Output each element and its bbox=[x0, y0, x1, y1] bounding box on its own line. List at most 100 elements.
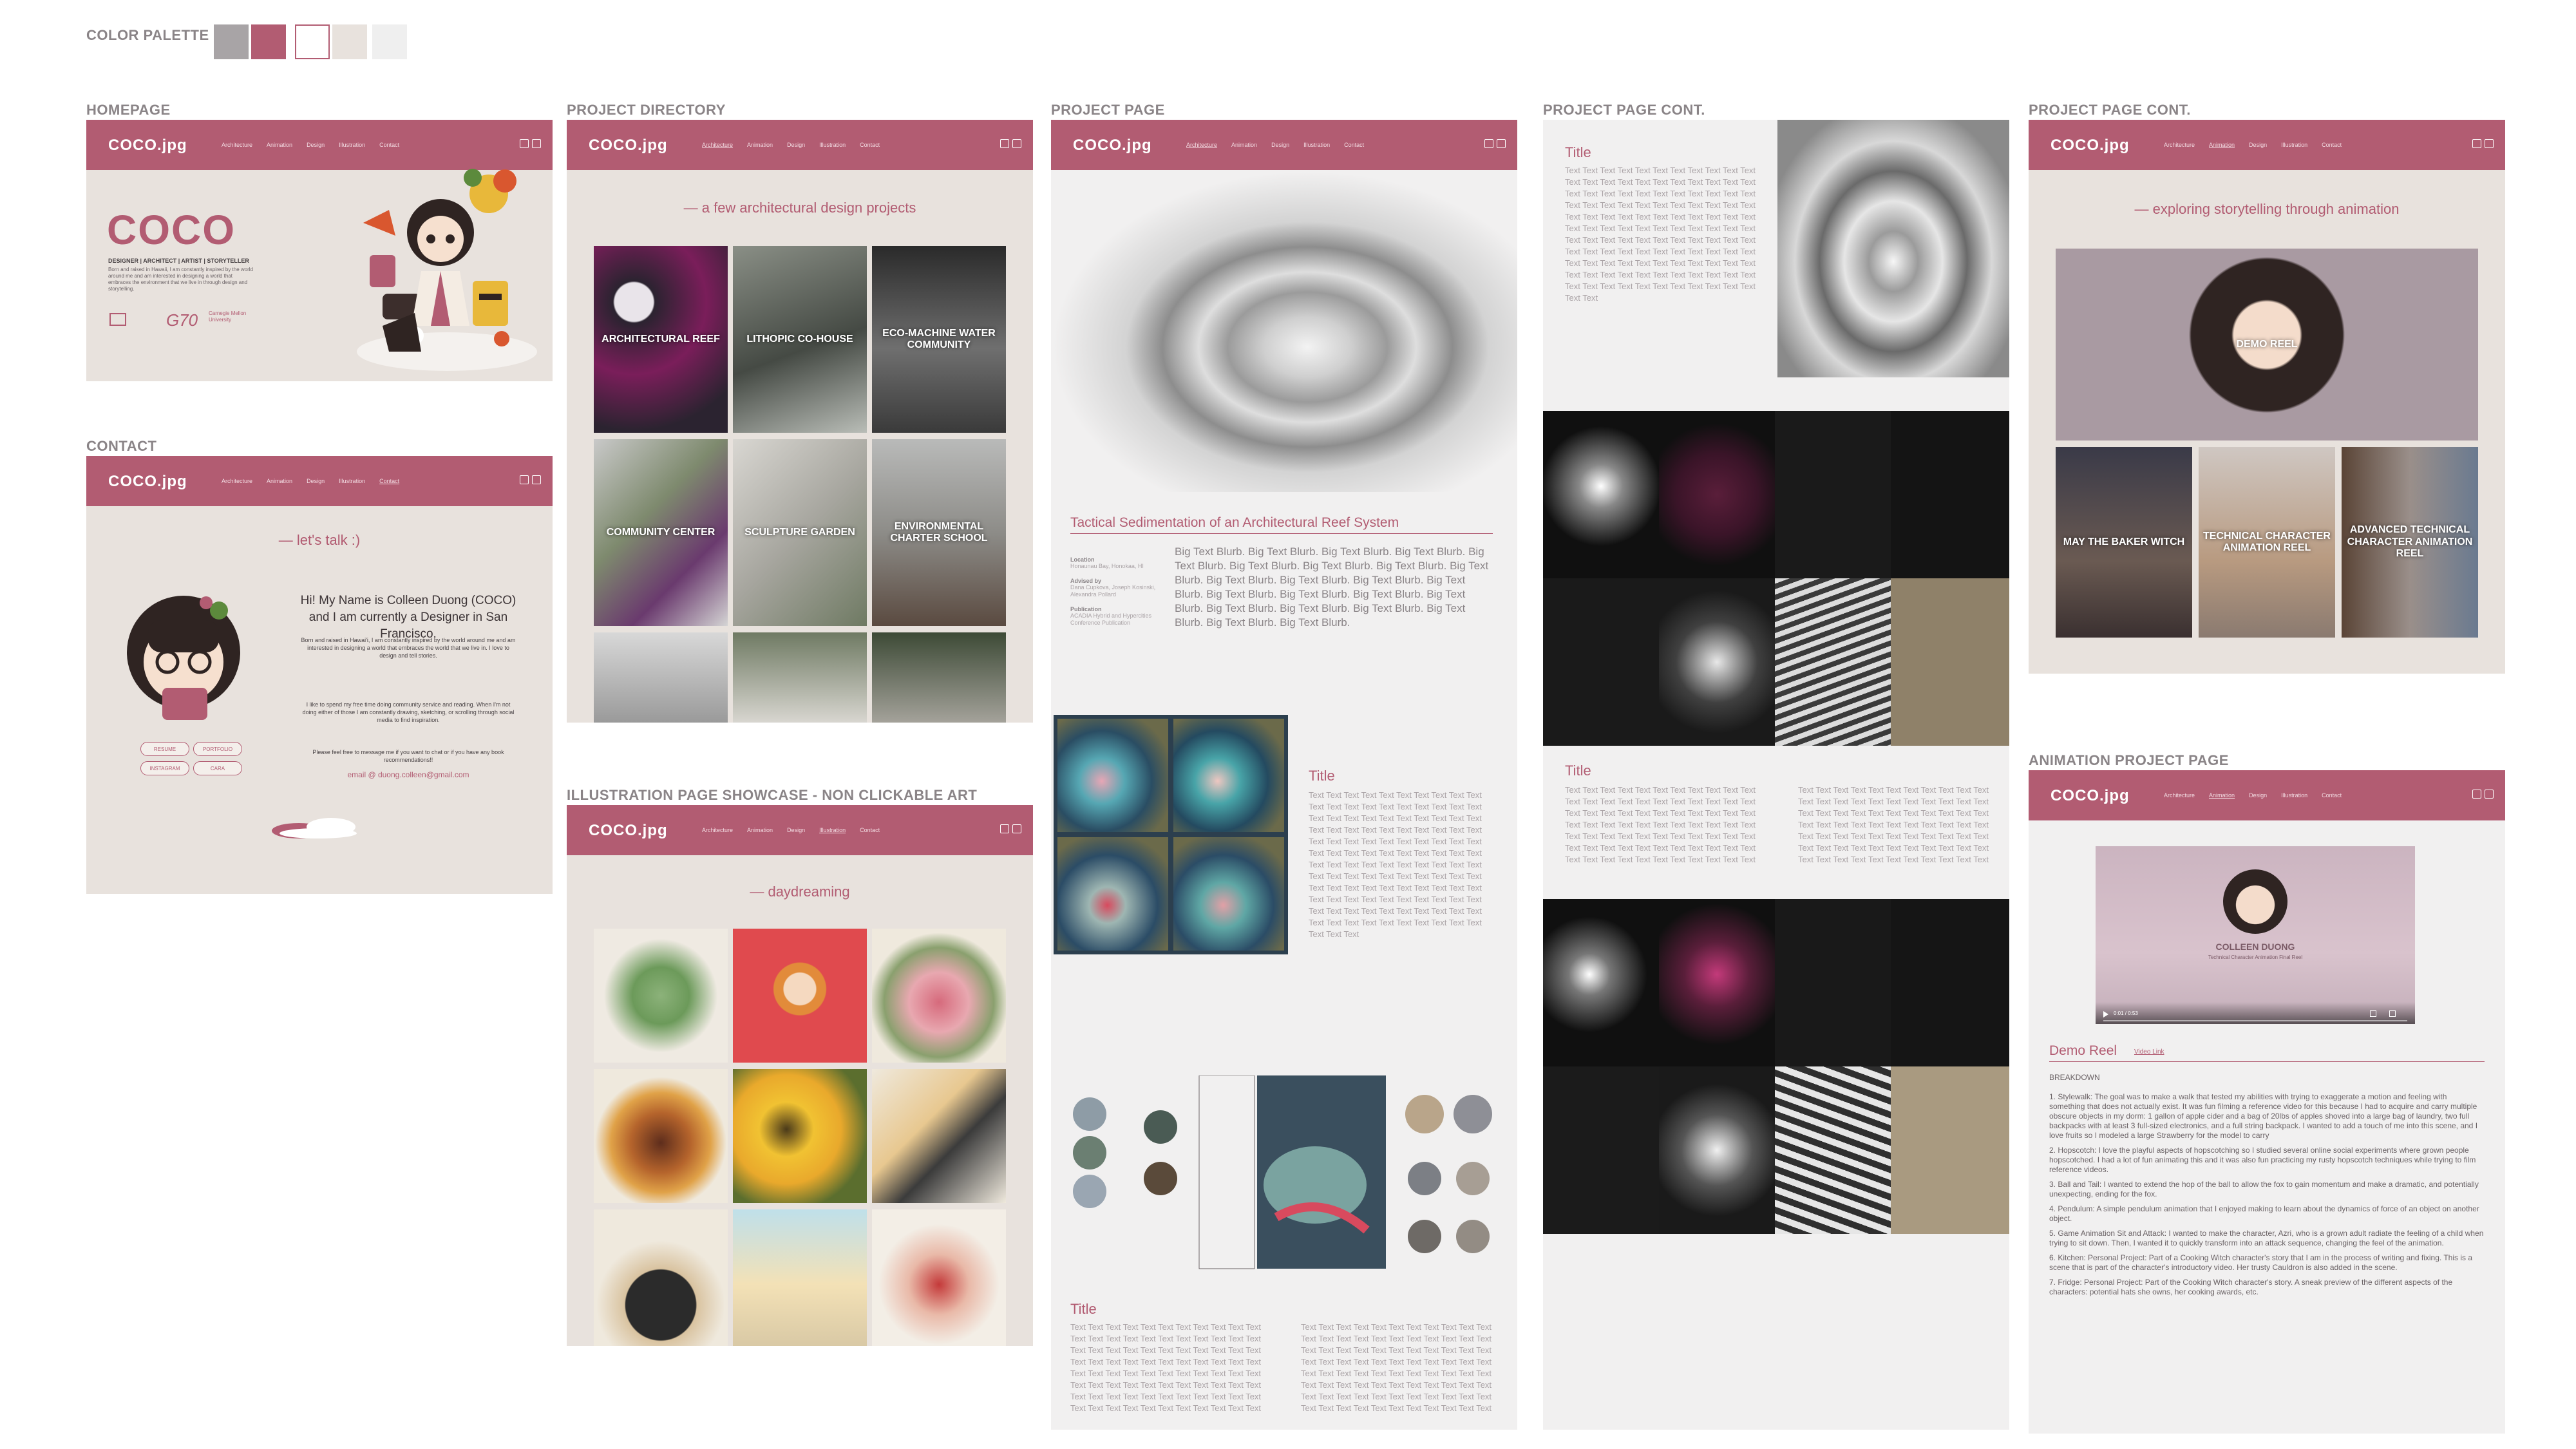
nav-link-illustration[interactable]: Illustration bbox=[339, 142, 365, 148]
cara-button[interactable]: CARA bbox=[193, 761, 242, 775]
nav-link-illustration[interactable]: Illustration bbox=[2281, 142, 2307, 148]
nav-link-contact[interactable]: Contact bbox=[2322, 792, 2342, 799]
nav-link-architecture[interactable]: Architecture bbox=[1186, 142, 1217, 148]
nav-link-design[interactable]: Design bbox=[2249, 142, 2267, 148]
project-tile-reef[interactable]: ARCHITECTURAL REEF bbox=[594, 246, 728, 433]
progress-bar[interactable] bbox=[2103, 1020, 2407, 1021]
homepage-subtitle: DESIGNER | ARCHITECT | ARTIST | STORYTEL… bbox=[108, 258, 249, 264]
volume-icon[interactable] bbox=[2370, 1010, 2376, 1017]
nav-link-contact[interactable]: Contact bbox=[860, 827, 880, 833]
contact-body-1: Born and raised in Hawai'i, I am constan… bbox=[301, 637, 516, 659]
instagram-icon[interactable] bbox=[1012, 139, 1021, 148]
play-icon[interactable] bbox=[2103, 1011, 2108, 1018]
title-underline bbox=[2049, 1061, 2485, 1062]
instagram-icon[interactable] bbox=[2485, 139, 2494, 148]
cloud-illustration bbox=[267, 814, 370, 840]
video-player[interactable]: COLLEEN DUONG Technical Character Animat… bbox=[2096, 846, 2415, 1024]
site-logo[interactable]: COCO.jpg bbox=[2050, 787, 2130, 805]
palette-swatch-lightgrey bbox=[372, 24, 407, 59]
linkedin-icon[interactable] bbox=[1000, 824, 1009, 833]
linkedin-icon[interactable] bbox=[2472, 139, 2481, 148]
nav-link-animation[interactable]: Animation bbox=[747, 827, 773, 833]
animation-tile-advanced-reel[interactable]: ADVANCED TECHNICAL CHARACTER ANIMATION R… bbox=[2342, 447, 2478, 638]
nav-link-design[interactable]: Design bbox=[787, 142, 805, 148]
project-tile-community[interactable]: COMMUNITY CENTER bbox=[594, 439, 728, 626]
nav-link-animation[interactable]: Animation bbox=[267, 478, 292, 484]
contact-body-3: Please feel free to message me if you wa… bbox=[312, 749, 504, 763]
nav-link-illustration[interactable]: Illustration bbox=[819, 142, 846, 148]
nav-link-contact[interactable]: Contact bbox=[379, 142, 399, 148]
nav-link-architecture[interactable]: Architecture bbox=[2164, 792, 2195, 799]
contact-email[interactable]: email @ duong.colleen@gmail.com bbox=[299, 770, 518, 779]
nav-link-architecture[interactable]: Architecture bbox=[702, 142, 733, 148]
portfolio-button[interactable]: PORTFOLIO bbox=[193, 742, 242, 756]
cont1-grid-2 bbox=[1543, 899, 2009, 1234]
nav-link-design[interactable]: Design bbox=[307, 142, 325, 148]
nav-link-architecture[interactable]: Architecture bbox=[2164, 142, 2195, 148]
homepage-blurb: Born and raised in Hawaii, I am constant… bbox=[108, 267, 253, 292]
nav-link-illustration[interactable]: Illustration bbox=[339, 478, 365, 484]
fullscreen-icon[interactable] bbox=[2389, 1010, 2396, 1017]
nav-link-design[interactable]: Design bbox=[787, 827, 805, 833]
linkedin-icon[interactable] bbox=[520, 475, 529, 484]
nav-link-contact[interactable]: Contact bbox=[379, 478, 399, 484]
site-logo[interactable]: COCO.jpg bbox=[108, 473, 187, 491]
linkedin-icon[interactable] bbox=[2472, 790, 2481, 799]
nav-link-architecture[interactable]: Architecture bbox=[222, 478, 252, 484]
project-tile-eco-machine[interactable]: ECO-MACHINE WATER COMMUNITY bbox=[872, 246, 1006, 433]
nav-link-animation[interactable]: Animation bbox=[2209, 142, 2235, 148]
site-logo[interactable]: COCO.jpg bbox=[589, 822, 668, 840]
nav-link-illustration[interactable]: Illustration bbox=[1303, 142, 1330, 148]
nav-link-animation[interactable]: Animation bbox=[267, 142, 292, 148]
site-logo[interactable]: COCO.jpg bbox=[1073, 137, 1152, 155]
instagram-icon[interactable] bbox=[2485, 790, 2494, 799]
nav-link-animation[interactable]: Animation bbox=[1231, 142, 1257, 148]
nav-link-illustration[interactable]: Illustration bbox=[2281, 792, 2307, 799]
contact-panel: COCO.jpg Architecture Animation Design I… bbox=[86, 456, 553, 894]
illustration-art-3 bbox=[872, 929, 1006, 1063]
project-tile-7[interactable] bbox=[594, 632, 728, 723]
project-tile-lithopic[interactable]: LITHOPIC CO-HOUSE bbox=[733, 246, 867, 433]
animation-tile-technical-reel[interactable]: TECHNICAL CHARACTER ANIMATION REEL bbox=[2199, 447, 2335, 638]
resume-button[interactable]: RESUME bbox=[140, 742, 189, 756]
nav-links: Architecture Animation Design Illustrati… bbox=[1186, 142, 1364, 148]
instagram-icon[interactable] bbox=[532, 139, 541, 148]
section-label-homepage: HOMEPAGE bbox=[86, 102, 171, 118]
section-label-project-page-cont-2: PROJECT PAGE CONT. bbox=[2029, 102, 2191, 118]
site-logo[interactable]: COCO.jpg bbox=[589, 137, 668, 155]
nav-link-design[interactable]: Design bbox=[2249, 792, 2267, 799]
nav-link-contact[interactable]: Contact bbox=[860, 142, 880, 148]
instagram-icon[interactable] bbox=[1012, 824, 1021, 833]
video-link[interactable]: Video Link bbox=[2134, 1048, 2164, 1056]
site-logo[interactable]: COCO.jpg bbox=[108, 137, 187, 155]
project-tile-sculpture[interactable]: SCULPTURE GARDEN bbox=[733, 439, 867, 626]
nav-link-contact[interactable]: Contact bbox=[1344, 142, 1364, 148]
nav-link-design[interactable]: Design bbox=[307, 478, 325, 484]
instagram-icon[interactable] bbox=[1497, 139, 1506, 148]
project-tile-8[interactable] bbox=[733, 632, 867, 723]
nav-link-architecture[interactable]: Architecture bbox=[702, 827, 733, 833]
project-tile-charter[interactable]: ENVIRONMENTAL CHARTER SCHOOL bbox=[872, 439, 1006, 626]
nav-link-design[interactable]: Design bbox=[1271, 142, 1289, 148]
animation-tile-baker-witch[interactable]: MAY THE BAKER WITCH bbox=[2056, 447, 2192, 638]
project-tile-9[interactable] bbox=[872, 632, 1006, 723]
instagram-icon[interactable] bbox=[532, 475, 541, 484]
animation-tagline: — exploring storytelling through animati… bbox=[2134, 201, 2400, 217]
homepage-panel: COCO.jpg Architecture Animation Design I… bbox=[86, 120, 553, 381]
site-logo[interactable]: COCO.jpg bbox=[2050, 137, 2130, 155]
nav-link-contact[interactable]: Contact bbox=[2322, 142, 2342, 148]
section-label-contact: CONTACT bbox=[86, 438, 157, 454]
meta-advisor-key: Advised by bbox=[1070, 578, 1102, 584]
linkedin-icon[interactable] bbox=[520, 139, 529, 148]
reef-site-images bbox=[1054, 715, 1288, 954]
breakdown-item: 2. Hopscotch: I love the playful aspects… bbox=[2049, 1146, 2476, 1174]
nav-link-animation[interactable]: Animation bbox=[747, 142, 773, 148]
nav-link-animation[interactable]: Animation bbox=[2209, 792, 2235, 799]
linkedin-icon[interactable] bbox=[1000, 139, 1009, 148]
linkedin-icon[interactable] bbox=[1484, 139, 1493, 148]
instagram-button[interactable]: INSTAGRAM bbox=[140, 761, 189, 775]
animation-tile-demo-reel[interactable]: DEMO REEL bbox=[2056, 249, 2478, 440]
nav-link-illustration[interactable]: Illustration bbox=[819, 827, 846, 833]
nav-link-architecture[interactable]: Architecture bbox=[222, 142, 252, 148]
nav-links: Architecture Animation Design Illustrati… bbox=[702, 142, 880, 148]
